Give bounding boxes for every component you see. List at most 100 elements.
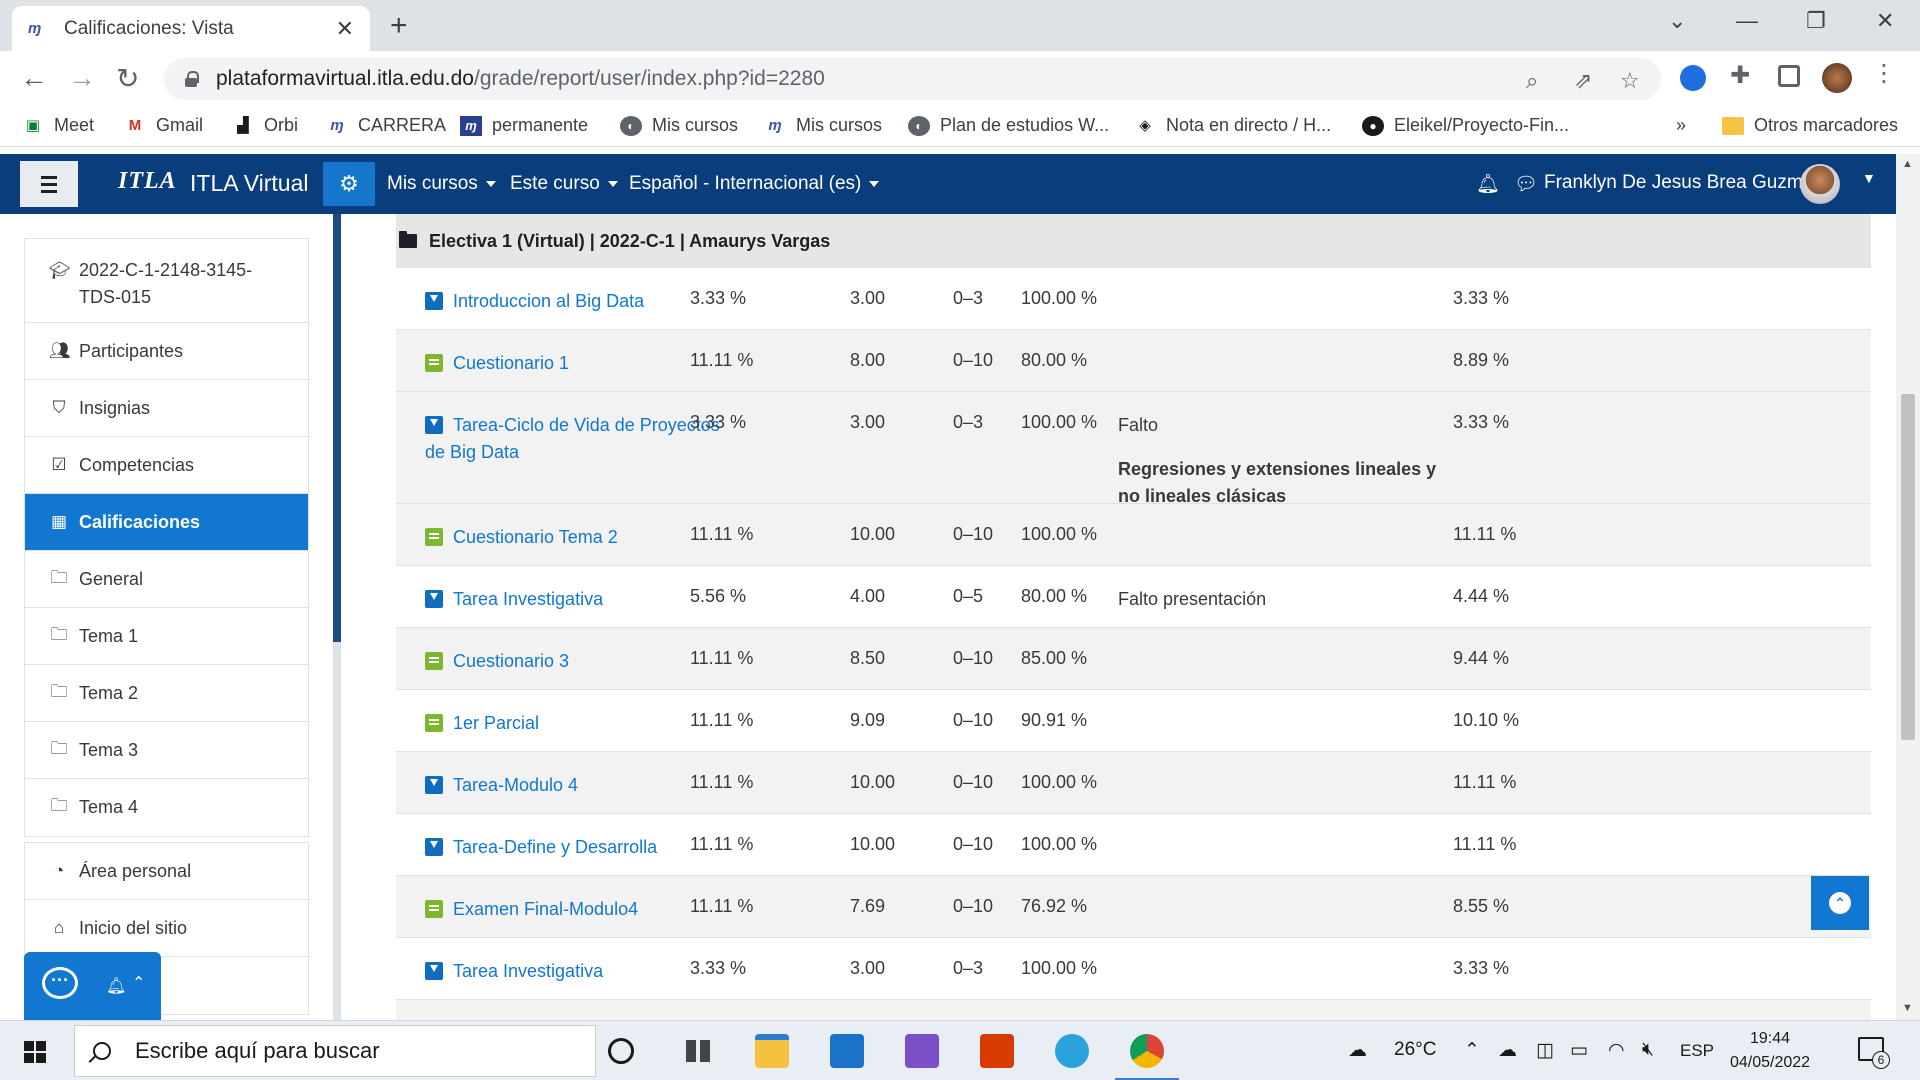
scroll-up-arrow-icon[interactable]: ▲ bbox=[1902, 158, 1913, 170]
battery-icon[interactable]: ▭ bbox=[1570, 1039, 1588, 1062]
bookmark-mis-cursos-2[interactable]: ɱ Mis cursos bbox=[764, 115, 882, 136]
weather-cloud-icon[interactable]: ☁ bbox=[1348, 1039, 1367, 1062]
page-scrollbar[interactable]: ▲ ▼ bbox=[1896, 154, 1920, 1020]
course-settings-cog-icon[interactable]: ⚙ bbox=[323, 162, 375, 206]
grade-item-link[interactable]: Introduccion al Big Data bbox=[425, 288, 725, 315]
bookmark-mis-cursos-1[interactable]: ◐ Mis cursos bbox=[620, 115, 738, 136]
messages-bubble-icon[interactable]: 💬︎ bbox=[1514, 172, 1538, 196]
zoom-icon[interactable]: ⌕ bbox=[1526, 68, 1538, 94]
taskbar-search-box[interactable]: Escribe aquí para buscar bbox=[74, 1025, 596, 1077]
grade-category-header: Electiva 1 (Virtual) | 2022-C-1 | Amaury… bbox=[396, 214, 1871, 268]
extensions-puzzle-icon[interactable]: ✚ bbox=[1730, 61, 1750, 90]
tab-close-icon[interactable]: ✕ bbox=[336, 16, 354, 42]
grade-item-link[interactable]: Tarea-Define y Desarrolla bbox=[425, 834, 725, 861]
bookmark-orbi[interactable]: ▟ Orbi bbox=[232, 115, 298, 136]
menu-language[interactable]: Español - Internacional (es) bbox=[629, 173, 880, 195]
wifi-icon[interactable]: ◠ bbox=[1608, 1039, 1625, 1062]
drawer-item-tema-2[interactable]: 🗀 Tema 2 bbox=[25, 665, 308, 722]
menu-mis-cursos[interactable]: Mis cursos bbox=[387, 173, 496, 195]
drawer-scrollbar-thumb[interactable] bbox=[333, 214, 341, 642]
visual-studio-icon[interactable] bbox=[905, 1034, 939, 1068]
bookmark-star-icon[interactable]: ☆ bbox=[1620, 68, 1640, 94]
cortana-icon[interactable] bbox=[608, 1038, 634, 1064]
mail-icon[interactable] bbox=[830, 1034, 864, 1068]
drawer-scrollbar[interactable] bbox=[333, 214, 341, 1020]
grade-item-link[interactable]: Tarea Investigativa bbox=[425, 586, 725, 613]
drawer-item-inicio-sitio[interactable]: ⌂ Inicio del sitio bbox=[25, 900, 308, 957]
sidepanel-icon[interactable] bbox=[1778, 65, 1800, 87]
bookmark-gmail[interactable]: M Gmail bbox=[124, 115, 203, 136]
assignment-icon bbox=[425, 962, 443, 980]
browser-tab[interactable]: ɱ Calificaciones: Vista ✕ bbox=[12, 6, 370, 51]
drawer-item-competencias[interactable]: ☑ Competencias bbox=[25, 437, 308, 494]
bookmark-permanente[interactable]: ɱ permanente bbox=[460, 115, 588, 136]
grade-item-link[interactable]: Cuestionario Tema 2 bbox=[425, 524, 725, 551]
contribution-to-total: 10.10 % bbox=[1453, 710, 1520, 730]
bookmark-nota-directo[interactable]: ◈ Nota en directo / H... bbox=[1134, 115, 1331, 136]
chat-widget-button[interactable]: ··· 🔔︎ ⌃ bbox=[24, 952, 161, 1020]
drawer-item-calificaciones[interactable]: ▦ Calificaciones bbox=[25, 494, 308, 551]
weather-temperature[interactable]: 26°C bbox=[1394, 1039, 1436, 1061]
forward-arrow-icon[interactable]: → bbox=[68, 62, 96, 94]
windows-start-icon[interactable] bbox=[24, 1041, 46, 1063]
bookmark-carrera[interactable]: ɱ CARRERA bbox=[326, 115, 446, 136]
user-avatar[interactable] bbox=[1800, 164, 1840, 204]
file-explorer-icon[interactable] bbox=[755, 1034, 789, 1068]
grade-item-link[interactable]: Examen Final-Modulo4 bbox=[425, 896, 725, 923]
drawer-item-general[interactable]: 🗀 General bbox=[25, 551, 308, 608]
drawer-item-participantes[interactable]: 👥︎ Participantes bbox=[25, 323, 308, 380]
lock-icon[interactable] bbox=[184, 71, 199, 87]
chrome-taskbar-icon[interactable] bbox=[1115, 1034, 1179, 1080]
grade-item-link[interactable]: Cuestionario 1 bbox=[425, 350, 725, 377]
tray-chevron-up-icon[interactable]: ⌃ bbox=[1464, 1039, 1480, 1062]
taskbar-clock[interactable]: 19:44 04/05/2022 bbox=[1730, 1027, 1810, 1075]
reload-icon[interactable]: ↻ bbox=[116, 62, 139, 95]
drawer-item-tema-3[interactable]: 🗀 Tema 3 bbox=[25, 722, 308, 779]
task-view-icon[interactable] bbox=[682, 1034, 716, 1068]
address-bar[interactable]: plataformavirtual.itla.edu.do/grade/repo… bbox=[164, 58, 1661, 100]
drawer-item-insignias[interactable]: ⛉ Insignias bbox=[25, 380, 308, 437]
itla-logo[interactable]: ITLA bbox=[118, 168, 177, 195]
notifications-bell-icon[interactable]: 🔔︎ bbox=[1476, 172, 1500, 196]
drawer-item-tema-1[interactable]: 🗀 Tema 1 bbox=[25, 608, 308, 665]
site-name[interactable]: ITLA Virtual bbox=[190, 170, 308, 197]
volume-muted-icon[interactable]: 🔇︎ bbox=[1642, 1039, 1654, 1061]
bookmark-meet[interactable]: ▣ Meet bbox=[22, 115, 94, 136]
meet-now-icon[interactable]: ◫ bbox=[1536, 1039, 1554, 1062]
bookmarks-overflow[interactable]: » bbox=[1676, 115, 1686, 136]
page-scrollbar-thumb[interactable] bbox=[1901, 394, 1915, 740]
extension-icon[interactable] bbox=[1680, 65, 1706, 91]
input-language[interactable]: ESP bbox=[1680, 1041, 1714, 1061]
tab-search-icon[interactable]: ⌄ bbox=[1668, 8, 1686, 34]
drawer-item-area-personal[interactable]: ◔ Área personal bbox=[25, 843, 308, 900]
user-menu-caret-icon[interactable]: ▼ bbox=[1862, 170, 1876, 186]
grade-item-link[interactable]: Tarea-Ciclo de Vida de Proyectos de Big … bbox=[425, 412, 725, 466]
bookmark-github[interactable]: ● Eleikel/Proyecto-Fin... bbox=[1362, 115, 1569, 136]
menu-este-curso[interactable]: Este curso bbox=[510, 173, 618, 195]
contribution-to-total: 4.44 % bbox=[1453, 586, 1510, 606]
bookmark-plan-estudios[interactable]: ◐ Plan de estudios W... bbox=[908, 115, 1109, 136]
office-icon[interactable] bbox=[980, 1034, 1014, 1068]
profile-avatar[interactable] bbox=[1822, 63, 1852, 93]
share-icon[interactable]: ⇗ bbox=[1574, 68, 1592, 94]
scroll-down-arrow-icon[interactable]: ▼ bbox=[1902, 1002, 1913, 1014]
meet-icon: ▣ bbox=[25, 116, 41, 134]
drawer-item-tema-4[interactable]: 🗀 Tema 4 bbox=[25, 779, 308, 836]
telegram-icon[interactable] bbox=[1055, 1034, 1089, 1068]
drawer-item-course[interactable]: 🎓︎ 2022-C-1-2148-3145-TDS-015 bbox=[25, 239, 308, 323]
other-bookmarks[interactable]: Otros marcadores bbox=[1722, 115, 1898, 136]
grade-item-link[interactable]: Tarea-Modulo 4 bbox=[425, 772, 725, 799]
drawer-toggle-button[interactable] bbox=[20, 161, 78, 207]
restore-icon[interactable]: ❐ bbox=[1806, 8, 1826, 34]
minimize-icon[interactable]: — bbox=[1736, 8, 1758, 34]
grade-item-link[interactable]: Cuestionario 3 bbox=[425, 648, 725, 675]
grade-item-link[interactable]: Tarea Investigativa bbox=[425, 958, 725, 985]
new-tab-button[interactable]: + bbox=[390, 9, 408, 43]
onedrive-icon[interactable]: ☁ bbox=[1498, 1039, 1517, 1062]
grade-item-link[interactable]: 1er Parcial bbox=[425, 710, 725, 737]
back-to-top-button[interactable]: ⌃ bbox=[1811, 876, 1869, 930]
window-close-icon[interactable]: ✕ bbox=[1876, 8, 1894, 34]
back-arrow-icon[interactable]: ← bbox=[20, 62, 48, 94]
user-name[interactable]: Franklyn De Jesus Brea Guzman bbox=[1544, 172, 1824, 194]
chrome-menu-icon[interactable]: ⋮ bbox=[1872, 59, 1896, 88]
